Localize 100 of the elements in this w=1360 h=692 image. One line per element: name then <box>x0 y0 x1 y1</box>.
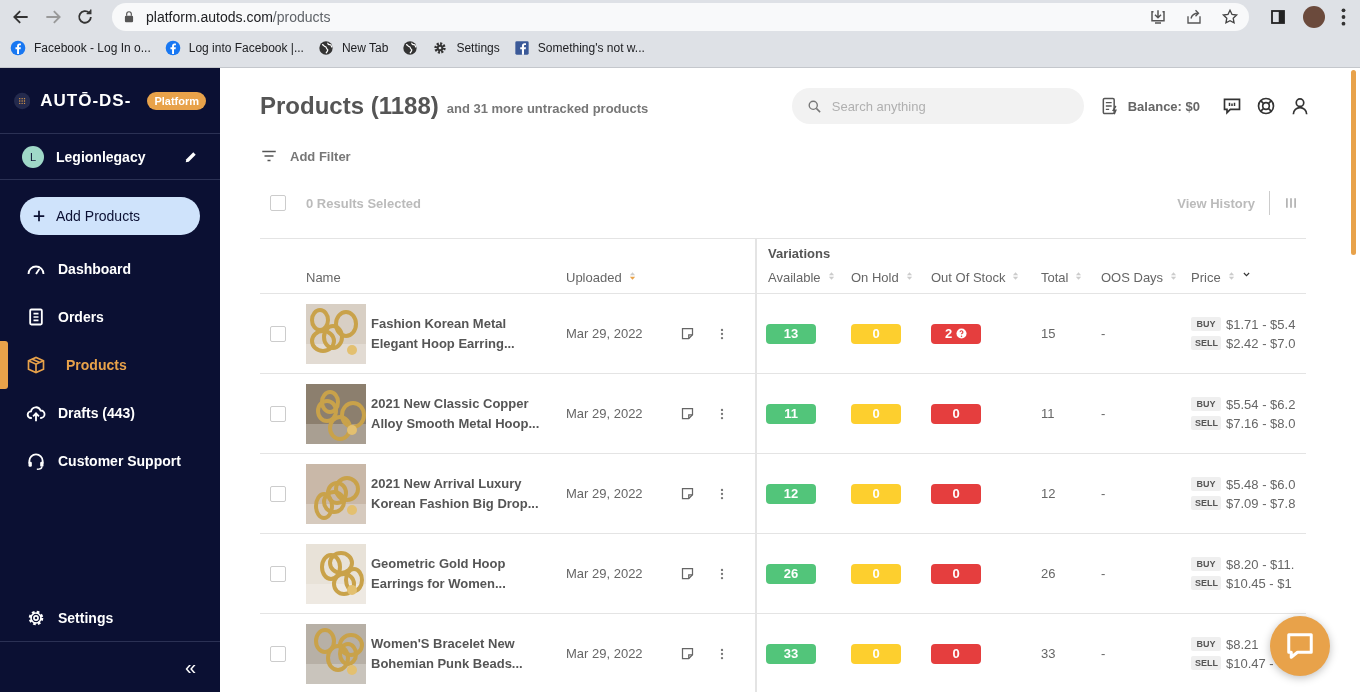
nav-item[interactable]: Dashboard <box>58 261 132 277</box>
out-of-stock-badge: 2 <box>931 323 981 344</box>
row-checkbox[interactable] <box>270 645 286 662</box>
nav-item[interactable]: Settings <box>58 609 114 626</box>
nav-item[interactable]: Customer Support <box>58 453 181 469</box>
column-header[interactable]: Available <box>768 270 821 285</box>
out-of-stock-badge: 0 <box>931 643 981 664</box>
price-range: $5.48 - $6.0 <box>1226 476 1296 492</box>
cloud-upload-icon <box>26 403 46 423</box>
chevron-down-icon <box>1241 270 1251 279</box>
price-tag: BUY <box>1191 397 1221 411</box>
scrollbar-thumb[interactable] <box>1351 70 1356 255</box>
columns-icon <box>1284 196 1298 210</box>
search-icon <box>806 99 822 114</box>
address-bar[interactable]: platform.autods.com/products <box>112 3 1249 31</box>
note-icon[interactable] <box>680 406 695 421</box>
avatar-icon[interactable] <box>1303 6 1325 28</box>
on-hold-badge: 0 <box>851 643 901 664</box>
table-cell: Mar 29, 2022 <box>566 406 643 421</box>
column-header[interactable]: Price <box>1191 270 1221 285</box>
price-tag: BUY <box>1191 637 1221 651</box>
share-icon <box>1185 8 1203 26</box>
on-hold-badge: 0 <box>851 323 901 344</box>
out-of-stock-badge: 0 <box>931 563 981 584</box>
reload-icon <box>75 7 95 27</box>
bookmark[interactable]: Something's not w... <box>513 40 645 56</box>
globe-icon <box>317 40 334 56</box>
url-text: platform.autods.com/products <box>146 9 331 25</box>
column-header[interactable]: OOS Days <box>1101 270 1164 285</box>
search-field[interactable]: Search anything <box>791 88 1084 124</box>
note-icon[interactable] <box>680 486 695 501</box>
table-cell: Mar 29, 2022 <box>566 326 643 341</box>
table-cell: - <box>1101 326 1106 341</box>
price-range: $10.45 - $1 <box>1226 575 1292 591</box>
add-filter-button[interactable]: Add Filter <box>290 148 351 164</box>
column-header[interactable]: Out Of Stock <box>931 270 1006 285</box>
product-name[interactable]: Women'S Bracelet New Bohemian Punk Beads... <box>371 633 523 674</box>
table-cell: Mar 29, 2022 <box>566 566 643 581</box>
product-name[interactable]: 2021 New Classic Copper Alloy Smooth Metal Hoop... <box>371 393 540 434</box>
price-tag: SELL <box>1191 656 1221 670</box>
price-range: $2.42 - $7.0 <box>1226 335 1296 351</box>
price-range: $8.21 <box>1226 636 1259 652</box>
help-icon <box>956 328 968 339</box>
note-icon[interactable] <box>680 326 695 341</box>
clipboard-icon <box>26 307 46 327</box>
row-checkbox[interactable] <box>270 485 286 502</box>
column-header[interactable]: Total <box>1041 270 1069 285</box>
balance-label: Balance: $0 <box>1127 98 1200 114</box>
row-checkbox[interactable] <box>270 405 286 422</box>
chat-button[interactable] <box>1270 616 1330 676</box>
help-icon <box>1256 96 1276 116</box>
price-tag: SELL <box>1191 576 1221 590</box>
table-cell: 11 <box>1041 406 1055 421</box>
chat-icon <box>1222 96 1242 116</box>
table-cell: - <box>1101 406 1106 421</box>
star-icon <box>1221 8 1239 26</box>
nav-item[interactable]: Products <box>58 357 127 373</box>
bookmark[interactable]: Facebook - Log In o... <box>10 40 151 56</box>
collapse-button[interactable]: « <box>184 655 196 679</box>
add-products-button[interactable]: Add Products <box>20 197 200 235</box>
column-group-header: Variations <box>755 239 1306 266</box>
row-checkbox[interactable] <box>270 565 286 582</box>
nav-item[interactable]: Drafts (443) <box>58 405 136 421</box>
available-badge: 33 <box>766 643 816 664</box>
bookmark[interactable]: Log into Facebook |... <box>164 40 304 56</box>
product-name[interactable]: Fashion Korean Metal Elegant Hoop Earring... <box>371 313 515 354</box>
on-hold-badge: 0 <box>851 563 901 584</box>
nav-item[interactable]: Orders <box>58 309 104 325</box>
note-icon[interactable] <box>680 566 695 581</box>
table-cell: - <box>1101 566 1106 581</box>
user-avatar: L <box>22 145 44 168</box>
out-of-stock-badge: 0 <box>931 403 981 424</box>
lock-icon <box>122 10 136 24</box>
price-range: $8.20 - $11. <box>1226 556 1295 572</box>
side-panel-icon <box>1269 8 1287 26</box>
table-cell: 15 <box>1041 326 1056 341</box>
selection-count: 0 Results Selected <box>306 195 421 211</box>
column-header: Name <box>306 270 341 285</box>
column-header[interactable]: Uploaded <box>566 270 622 285</box>
price-range: $7.09 - $7.8 <box>1226 495 1296 511</box>
page-title: Products (1188) <box>260 92 439 120</box>
plus-icon <box>32 209 46 223</box>
table-cell: 12 <box>1041 486 1056 501</box>
bookmark[interactable]: New Tab <box>317 40 389 56</box>
facebook-icon <box>164 40 181 56</box>
note-icon[interactable] <box>680 646 695 661</box>
table-cell: Mar 29, 2022 <box>566 646 643 661</box>
table-cell: 33 <box>1041 646 1056 661</box>
row-checkbox[interactable] <box>270 325 286 342</box>
available-badge: 12 <box>766 483 816 504</box>
table-cell: - <box>1101 486 1106 501</box>
column-header[interactable]: On Hold <box>851 270 899 285</box>
select-all-checkbox[interactable] <box>270 195 286 211</box>
price-tag: SELL <box>1191 336 1221 350</box>
product-name[interactable]: 2021 New Arrival Luxury Korean Fashion Big Drop... <box>371 473 539 514</box>
price-range: $10.47 - <box>1226 655 1274 671</box>
bookmark[interactable]: Settings <box>432 40 500 56</box>
product-name[interactable]: Geometric Gold Hoop Earrings for Women... <box>371 553 506 594</box>
user-name: Legionlegacy <box>56 148 147 165</box>
user-icon <box>1290 96 1310 116</box>
